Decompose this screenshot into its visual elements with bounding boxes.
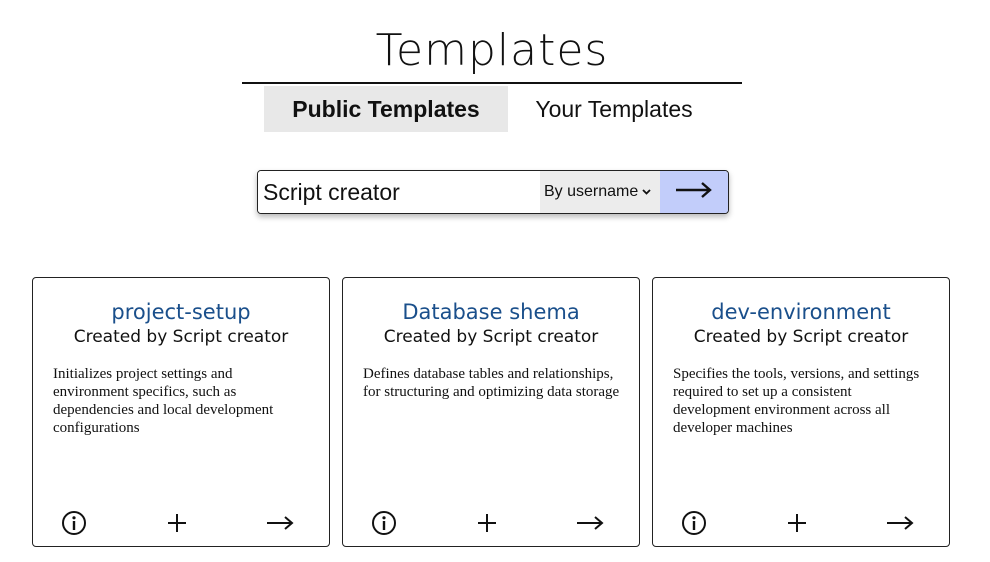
template-open-button[interactable] bbox=[575, 512, 605, 538]
template-open-button[interactable] bbox=[265, 512, 295, 538]
template-author: Created by Script creator bbox=[383, 327, 599, 347]
arrow-right-icon bbox=[885, 513, 915, 538]
search-submit-button[interactable] bbox=[660, 171, 728, 213]
search-filter-select[interactable]: By username bbox=[540, 171, 660, 213]
search-filter-value: By username bbox=[544, 183, 639, 200]
template-add-button[interactable] bbox=[164, 512, 190, 538]
search-bar: By username bbox=[257, 170, 729, 214]
tab-your-templates[interactable]: Your Templates bbox=[508, 86, 720, 132]
template-description: Specifies the tools, versions, and setti… bbox=[673, 366, 920, 436]
search-input[interactable] bbox=[258, 171, 540, 213]
page-title: Templates bbox=[375, 25, 609, 76]
chevron-down-icon bbox=[642, 186, 651, 198]
template-add-button[interactable] bbox=[784, 512, 810, 538]
tab-public-templates[interactable]: Public Templates bbox=[264, 86, 508, 132]
card-actions bbox=[33, 510, 329, 541]
plus-icon bbox=[476, 512, 498, 539]
info-icon bbox=[61, 510, 87, 541]
arrow-right-icon bbox=[575, 513, 605, 538]
plus-icon bbox=[166, 512, 188, 539]
card-actions bbox=[343, 510, 639, 541]
info-icon bbox=[681, 510, 707, 541]
template-tabs: Public Templates Your Templates bbox=[264, 86, 720, 132]
template-add-button[interactable] bbox=[474, 512, 500, 538]
template-info-button[interactable] bbox=[61, 510, 87, 541]
arrow-right-icon bbox=[674, 180, 714, 205]
template-info-button[interactable] bbox=[681, 510, 707, 541]
template-card[interactable]: dev-environment Created by Script creato… bbox=[652, 277, 950, 547]
template-card[interactable]: project-setup Created by Script creator … bbox=[32, 277, 330, 547]
template-description: Initializes project settings and environ… bbox=[53, 366, 274, 436]
title-divider bbox=[242, 82, 742, 84]
arrow-right-icon bbox=[265, 513, 295, 538]
template-author: Created by Script creator bbox=[693, 327, 909, 347]
template-name[interactable]: project-setup bbox=[33, 298, 329, 326]
template-author: Created by Script creator bbox=[73, 327, 289, 347]
template-description: Defines database tables and relationship… bbox=[363, 366, 620, 400]
card-actions bbox=[653, 510, 949, 541]
template-open-button[interactable] bbox=[885, 512, 915, 538]
template-card[interactable]: Database shema Created by Script creator… bbox=[342, 277, 640, 547]
template-name[interactable]: dev-environment bbox=[653, 298, 949, 326]
template-info-button[interactable] bbox=[371, 510, 397, 541]
template-name[interactable]: Database shema bbox=[343, 298, 639, 326]
info-icon bbox=[371, 510, 397, 541]
plus-icon bbox=[786, 512, 808, 539]
